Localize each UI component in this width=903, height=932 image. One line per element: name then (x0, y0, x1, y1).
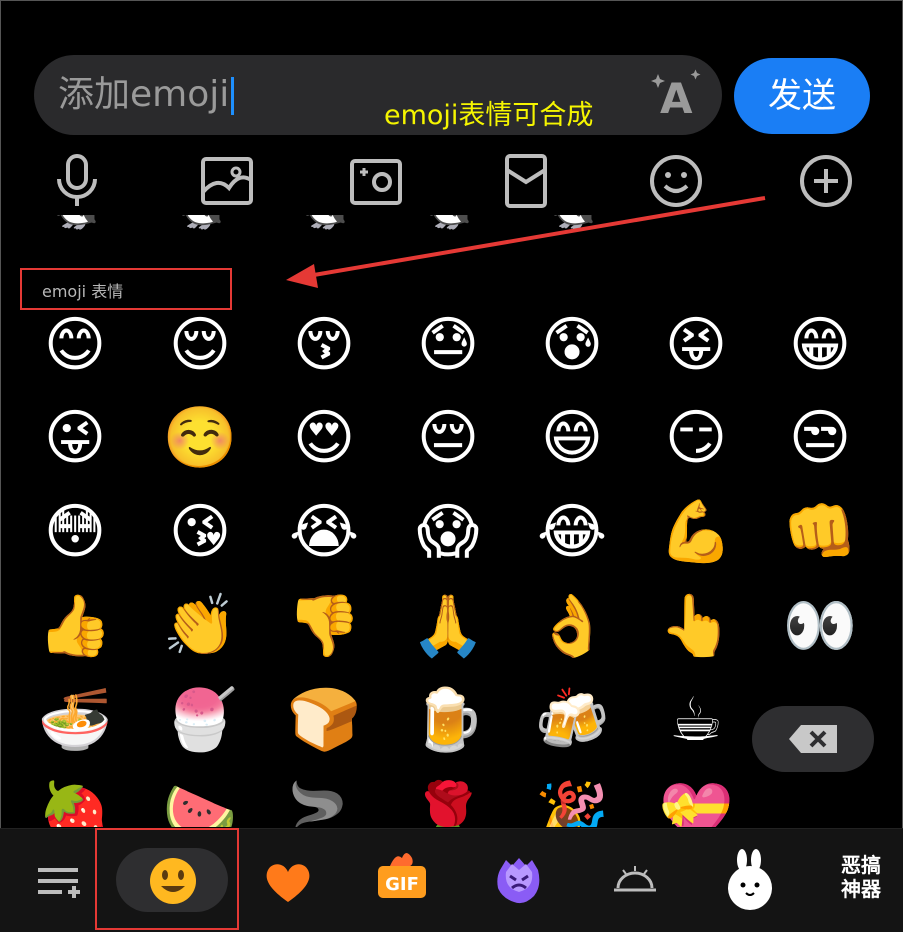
camera-icon[interactable] (347, 152, 405, 210)
emoji-peek-item[interactable]: 🐧 (279, 215, 369, 243)
emoji-item[interactable]: 🍧 (155, 675, 245, 765)
svg-text:A: A (660, 74, 693, 121)
emoji-item[interactable]: 👍 (30, 581, 120, 671)
microphone-icon[interactable] (48, 152, 106, 210)
message-input[interactable]: 添加emoji A (34, 55, 722, 135)
image-icon[interactable] (198, 152, 256, 210)
emoji-item[interactable]: 🍺 (403, 675, 493, 765)
emoji-item[interactable]: 🍓 (30, 769, 120, 827)
emoji-item[interactable]: 👎 (279, 581, 369, 671)
font-style-icon[interactable]: A (650, 69, 706, 121)
backspace-icon (789, 725, 837, 753)
emoji-item[interactable]: 😱 (403, 487, 493, 577)
emoji-item[interactable]: 😒 (775, 393, 865, 483)
emoji-item[interactable]: 😔 (403, 393, 493, 483)
emoji-peek-item[interactable]: 🐧 (30, 215, 120, 243)
gif-icon[interactable]: GIF (376, 848, 428, 914)
emoji-item[interactable]: 🍻 (527, 675, 617, 765)
red-packet-icon[interactable] (497, 152, 555, 210)
emoji-item[interactable]: 👊 (775, 487, 865, 577)
emoji-item[interactable]: 🌹 (403, 769, 493, 827)
emoji-item[interactable]: ☕ (651, 675, 741, 765)
emoji-item[interactable]: 👆 (651, 581, 741, 671)
emoji-peek-item[interactable]: 🐧 (155, 215, 245, 243)
emoji-item[interactable]: 🙏 (403, 581, 493, 671)
smiley-icon[interactable] (647, 152, 705, 210)
emoji-item[interactable]: 😝 (651, 300, 741, 390)
section-label-box: emoji 表情 (20, 268, 232, 310)
emoji-item[interactable]: 😊 (30, 300, 120, 390)
emoji-item[interactable]: 😏 (651, 393, 741, 483)
send-button[interactable]: 发送 (734, 58, 870, 134)
emoji-item[interactable]: 🍞 (279, 675, 369, 765)
serving-dome-icon[interactable] (610, 848, 660, 914)
emoji-item[interactable]: ☺️ (155, 393, 245, 483)
svg-text:GIF: GIF (385, 874, 419, 895)
emoji-item[interactable]: 😭 (279, 487, 369, 577)
emoji-item[interactable]: 🎉 (527, 769, 617, 827)
category-highlight-box (95, 828, 239, 930)
emoji-item[interactable]: 😰 (527, 300, 617, 390)
emoji-item[interactable]: 🍜 (30, 675, 120, 765)
emoji-item[interactable]: 😓 (403, 300, 493, 390)
emoji-item[interactable]: 😄 (527, 393, 617, 483)
emoji-item[interactable]: 💝 (651, 769, 741, 827)
blob-face-icon[interactable] (494, 848, 544, 914)
emoji-item[interactable]: 🚬 (279, 769, 369, 827)
plus-icon[interactable] (797, 152, 855, 210)
emoji-item[interactable]: 😁 (775, 300, 865, 390)
emoji-item[interactable]: 👀 (775, 581, 865, 671)
annotation-caption: emoji表情可合成 (384, 100, 594, 131)
text-caret (231, 77, 235, 115)
heart-icon[interactable] (262, 848, 314, 914)
section-label: emoji 表情 (42, 282, 124, 301)
emoji-item[interactable]: 😚 (279, 300, 369, 390)
input-value: 添加emoji (58, 74, 230, 115)
delete-button[interactable] (752, 706, 874, 772)
emoji-item[interactable]: 😘 (155, 487, 245, 577)
emoji-peek-item[interactable]: 🐧 (527, 215, 617, 243)
emoji-item[interactable]: 🍉 (155, 769, 245, 827)
add-list-icon[interactable] (34, 848, 82, 914)
emoji-item[interactable]: 💪 (651, 487, 741, 577)
emoji-item[interactable]: 😌 (155, 300, 245, 390)
emoji-item[interactable]: 😜 (30, 393, 120, 483)
emoji-peek-item[interactable]: 🐧 (403, 215, 493, 243)
sticker-pack-label[interactable]: 恶搞神器 (838, 853, 884, 901)
emoji-item[interactable]: 😳 (30, 487, 120, 577)
emoji-item[interactable]: 😂 (527, 487, 617, 577)
bunny-sticker-icon[interactable] (720, 848, 780, 914)
emoji-item[interactable]: 😍 (279, 393, 369, 483)
emoji-item[interactable]: 👏 (155, 581, 245, 671)
emoji-item[interactable]: 👌 (527, 581, 617, 671)
